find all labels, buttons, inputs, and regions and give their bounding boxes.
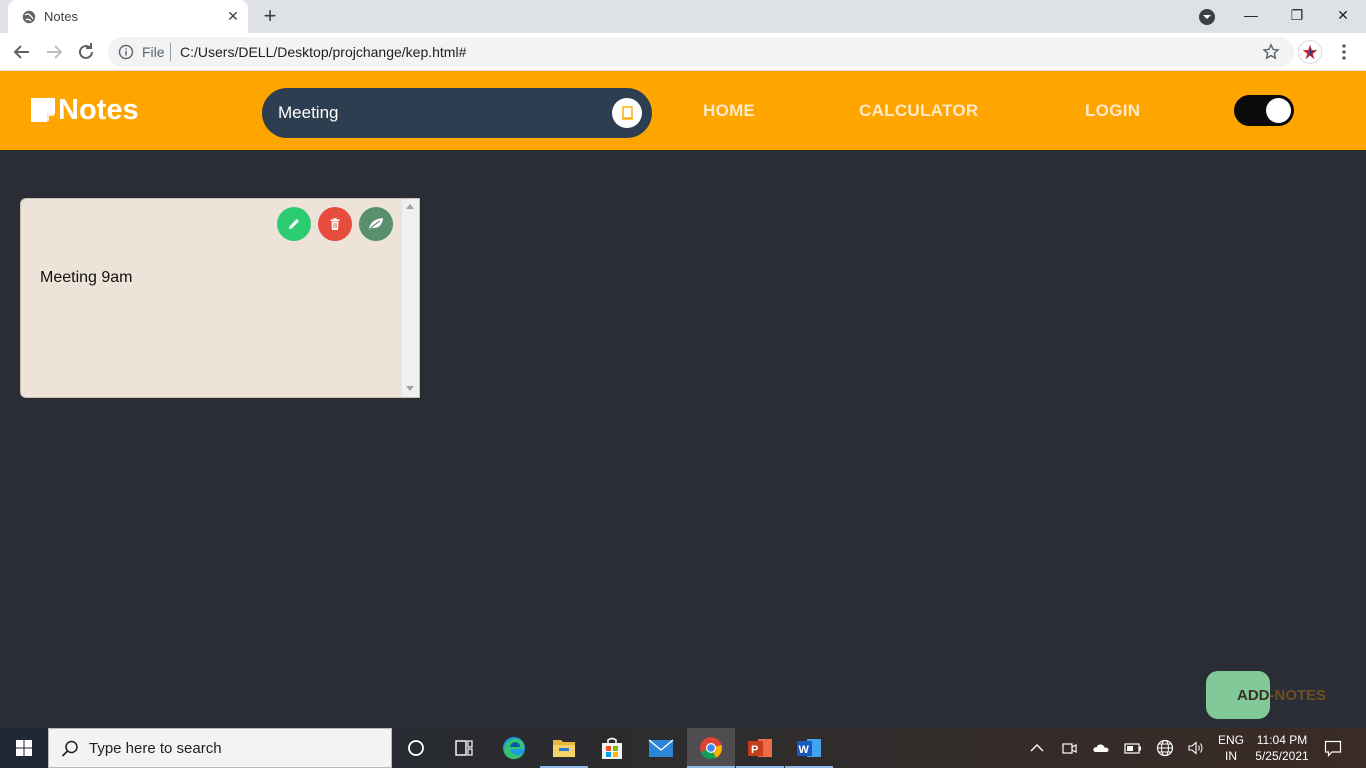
clock-time: 11:04 PM: [1256, 733, 1308, 747]
search-icon: [622, 106, 633, 120]
profile-avatar[interactable]: [1298, 40, 1322, 64]
delete-note-button[interactable]: [318, 207, 352, 241]
scroll-down-arrow[interactable]: [406, 386, 414, 391]
trash-icon: [330, 218, 340, 230]
browser-tab-strip: Notes ✕ + — ❐ ✕: [0, 0, 1366, 33]
language-code: ENG: [1217, 733, 1244, 747]
cortana-icon: [408, 740, 424, 756]
note-scrollbar[interactable]: [402, 199, 419, 397]
chevron-up-icon[interactable]: [1027, 738, 1047, 758]
language-indicator[interactable]: ENG IN: [1214, 733, 1248, 763]
word-icon: W: [797, 739, 821, 757]
taskbar-search-box[interactable]: Type here to search: [48, 728, 392, 768]
store-button[interactable]: [588, 728, 636, 768]
svg-text:W: W: [799, 744, 810, 756]
leaf-icon: [369, 218, 383, 230]
clock[interactable]: 11:04 PM 5/25/2021: [1250, 733, 1314, 763]
task-view-icon: [455, 740, 473, 756]
info-icon[interactable]: [118, 44, 134, 60]
windows-taskbar: Type here to search P W ENG IN 11:04 PM …: [0, 728, 1366, 768]
chrome-icon: [700, 737, 722, 760]
minimize-button[interactable]: —: [1236, 4, 1266, 28]
note-search-input[interactable]: [278, 101, 598, 125]
language-region: IN: [1225, 749, 1237, 763]
word-button[interactable]: W: [785, 728, 833, 768]
add-notes-label-head: ADD: [1237, 687, 1270, 704]
star-icon[interactable]: [1262, 43, 1280, 61]
add-notes-label[interactable]: ADD-NOTES: [1237, 687, 1326, 704]
note-card: Meeting 9am: [20, 198, 420, 398]
meet-icon[interactable]: [1059, 738, 1079, 758]
pencil-icon: [289, 219, 299, 229]
edge-button[interactable]: [490, 728, 538, 768]
battery-icon[interactable]: [1123, 738, 1143, 758]
kebab-icon[interactable]: [1334, 41, 1354, 63]
file-explorer-icon: [553, 740, 575, 757]
scroll-up-arrow[interactable]: [406, 204, 414, 209]
url-text[interactable]: C:/Users/DELL/Desktop/projchange/kep.htm…: [180, 44, 466, 60]
add-notes-label-tail: -NOTES: [1269, 687, 1327, 704]
search-button[interactable]: [612, 98, 642, 128]
note-text: Meeting 9am: [40, 269, 133, 286]
chrome-button[interactable]: [687, 728, 735, 768]
theme-toggle[interactable]: [1234, 95, 1294, 126]
svg-text:P: P: [751, 744, 758, 756]
powerpoint-icon: P: [748, 739, 772, 757]
address-bar[interactable]: File C:/Users/DELL/Desktop/projchange/ke…: [108, 37, 1294, 67]
note-search-box: [262, 88, 652, 138]
network-icon[interactable]: [1155, 738, 1175, 758]
nav-link-login[interactable]: LOGIN: [1085, 101, 1140, 121]
new-tab-button[interactable]: +: [258, 5, 282, 29]
tab-close-icon[interactable]: ✕: [224, 7, 242, 25]
mail-button[interactable]: [637, 728, 685, 768]
start-button[interactable]: [0, 728, 48, 768]
brand-title: Notes: [58, 93, 139, 126]
brand[interactable]: Notes: [30, 93, 139, 127]
close-window-button[interactable]: ✕: [1328, 4, 1358, 28]
globe-icon: [22, 10, 36, 24]
url-separator: [170, 43, 171, 61]
notes-logo-icon: [31, 98, 55, 122]
tab-title: Notes: [44, 9, 78, 24]
file-explorer-button[interactable]: [540, 728, 588, 768]
clock-date: 5/25/2021: [1255, 749, 1309, 763]
nav-link-home[interactable]: HOME: [703, 101, 755, 121]
notification-icon[interactable]: [1323, 738, 1343, 758]
taskbar-search-placeholder: Type here to search: [89, 740, 222, 757]
back-icon[interactable]: [10, 40, 34, 64]
cortana-button[interactable]: [392, 728, 440, 768]
restore-button[interactable]: ❐: [1282, 4, 1312, 28]
toggle-knob: [1266, 98, 1291, 123]
task-view-button[interactable]: [440, 728, 488, 768]
edge-icon: [503, 737, 525, 760]
browser-tab-notes[interactable]: Notes ✕: [8, 0, 248, 33]
edit-note-button[interactable]: [277, 207, 311, 241]
archive-note-button[interactable]: [359, 207, 393, 241]
volume-icon[interactable]: [1186, 738, 1206, 758]
tab-search-icon[interactable]: [1198, 8, 1216, 26]
windows-logo-icon: [16, 740, 32, 756]
app-navbar: Notes HOME CALCULATOR LOGIN: [0, 71, 1366, 150]
reload-icon[interactable]: [74, 40, 98, 64]
forward-icon[interactable]: [42, 40, 66, 64]
cloud-icon[interactable]: [1091, 738, 1111, 758]
file-scheme-label: File: [142, 44, 165, 60]
nav-link-calculator[interactable]: CALCULATOR: [859, 101, 978, 121]
powerpoint-button[interactable]: P: [736, 728, 784, 768]
store-icon: [602, 737, 622, 759]
browser-toolbar: File C:/Users/DELL/Desktop/projchange/ke…: [0, 33, 1366, 71]
search-icon: [61, 740, 78, 757]
mail-icon: [648, 739, 674, 757]
